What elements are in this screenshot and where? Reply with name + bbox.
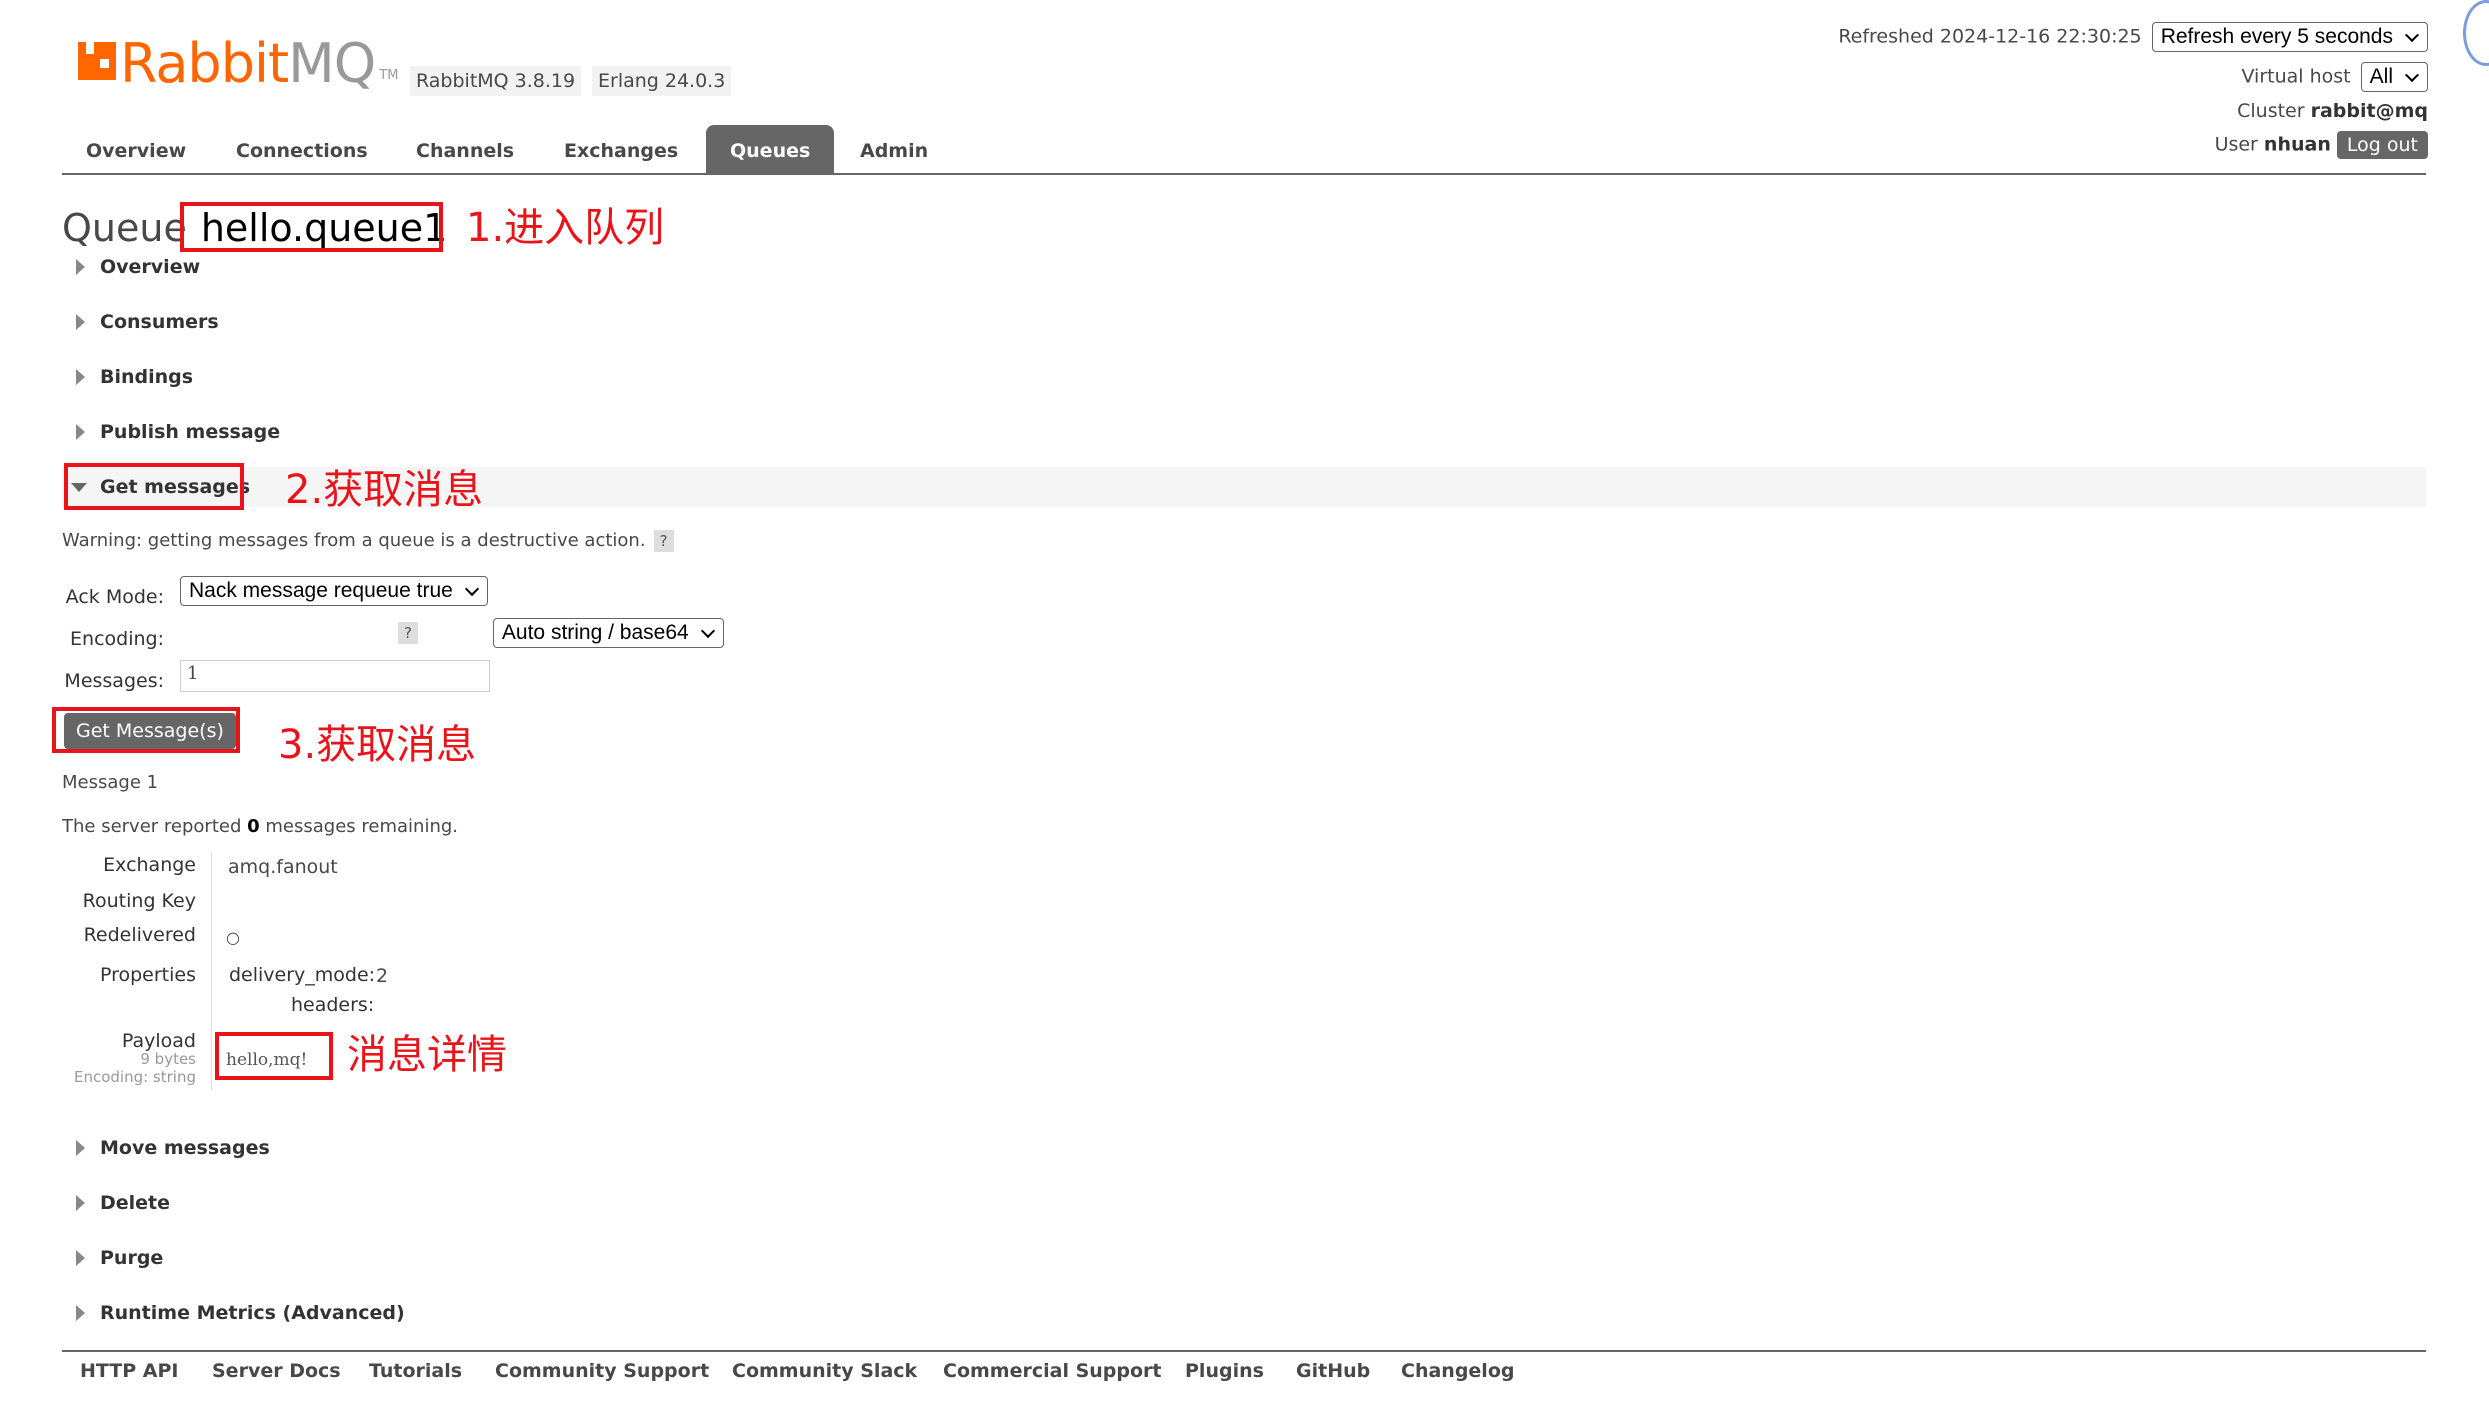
tab-connections[interactable]: Connections (212, 125, 392, 173)
payload-size: 9 bytes (140, 1050, 196, 1068)
footer-link-community-support[interactable]: Community Support (495, 1360, 709, 1382)
annotation-box-payload (215, 1032, 333, 1080)
encoding-help-button[interactable]: ? (398, 622, 418, 644)
tab-channels[interactable]: Channels (392, 125, 538, 173)
payload-encoding: Encoding: string (73, 1068, 196, 1086)
annotation-box-get-button (52, 707, 240, 753)
erlang-badge: Erlang 24.0.3 (592, 66, 732, 96)
vhost-row: Virtual host All (2241, 62, 2428, 92)
section-overview[interactable]: Overview (62, 247, 200, 287)
delivery-mode-value: 2 (376, 965, 389, 987)
expand-arrow-icon (76, 1305, 85, 1321)
footer-link-server-docs[interactable]: Server Docs (212, 1360, 341, 1382)
cluster-name: rabbit@mq (2310, 100, 2428, 122)
section-consumers[interactable]: Consumers (62, 302, 219, 342)
title-prefix: Queue (62, 206, 187, 250)
properties-label: Properties (99, 964, 196, 986)
annotation-box-get-messages (64, 463, 244, 510)
payload-label: Payload (121, 1030, 196, 1052)
cluster-row: Cluster rabbit@mq (2237, 100, 2428, 122)
section-move-messages[interactable]: Move messages (62, 1128, 270, 1168)
expand-arrow-icon (76, 259, 85, 275)
refresh-row: Refreshed 2024-12-16 22:30:25 Refresh ev… (1838, 22, 2428, 52)
expand-arrow-icon (76, 424, 85, 440)
footer-link-commercial-support[interactable]: Commercial Support (943, 1360, 1162, 1382)
redelivered-value: ○ (226, 928, 240, 947)
expand-arrow-icon (76, 1140, 85, 1156)
vhost-label: Virtual host (2241, 65, 2351, 88)
expand-arrow-icon (76, 1195, 85, 1211)
exchange-value: amq.fanout (228, 856, 338, 878)
expand-arrow-icon (76, 314, 85, 330)
section-purge[interactable]: Purge (62, 1238, 163, 1278)
annotation-enter-queue: 1.进入队列 (466, 205, 665, 251)
annotation-message-details: 消息详情 (347, 1032, 507, 1078)
headers-key: headers: (291, 994, 375, 1016)
tab-overview[interactable]: Overview (62, 125, 210, 173)
footer-link-changelog[interactable]: Changelog (1401, 1360, 1514, 1382)
footer-link-plugins[interactable]: Plugins (1185, 1360, 1264, 1382)
footer-link-tutorials[interactable]: Tutorials (369, 1360, 462, 1382)
ack-mode-select[interactable]: Nack message requeue true (180, 576, 488, 606)
section-delete[interactable]: Delete (62, 1183, 170, 1223)
rabbit-logo-icon (78, 42, 116, 80)
expand-arrow-icon (76, 1250, 85, 1266)
logo-trademark: TM (379, 68, 399, 83)
footer-link-github[interactable]: GitHub (1296, 1360, 1370, 1382)
logo-wordmark: RabbitMQ (120, 32, 376, 95)
refreshed-label: Refreshed 2024-12-16 22:30:25 (1838, 25, 2142, 48)
tab-exchanges[interactable]: Exchanges (540, 125, 702, 173)
footer-link-http-api[interactable]: HTTP API (80, 1360, 179, 1382)
expand-arrow-icon (76, 369, 85, 385)
annotation-box-queue (180, 202, 443, 252)
delivery-mode-key: delivery_mode: (229, 964, 376, 986)
tab-queues[interactable]: Queues (706, 125, 835, 173)
encoding-label: Encoding: (70, 628, 164, 650)
properties-divider (211, 852, 212, 1090)
cluster-label: Cluster (2237, 100, 2305, 122)
help-button[interactable]: ? (653, 530, 674, 552)
vhost-select[interactable]: All (2360, 62, 2428, 92)
annotation-get-button: 3.获取消息 (278, 722, 477, 768)
exchange-label: Exchange (103, 854, 196, 876)
server-remaining-text: The server reported 0 messages remaining… (62, 816, 458, 837)
browser-extension-icon[interactable] (2463, 0, 2489, 66)
section-publish-message[interactable]: Publish message (62, 412, 280, 452)
refresh-select[interactable]: Refresh every 5 seconds (2151, 22, 2428, 52)
version-badge: RabbitMQ 3.8.19 (410, 66, 582, 96)
routing-key-label: Routing Key (82, 890, 196, 912)
destructive-warning: Warning: getting messages from a queue i… (62, 530, 674, 552)
annotation-get-messages: 2.获取消息 (285, 467, 484, 513)
section-runtime-metrics[interactable]: Runtime Metrics (Advanced) (62, 1293, 405, 1333)
message-heading: Message 1 (62, 772, 159, 793)
messages-label: Messages: (64, 670, 164, 692)
section-bindings[interactable]: Bindings (62, 357, 193, 397)
footer-link-community-slack[interactable]: Community Slack (732, 1360, 917, 1382)
main-nav: Overview Connections Channels Exchanges … (62, 125, 2426, 175)
ack-mode-label: Ack Mode: (65, 586, 164, 608)
redelivered-label: Redelivered (83, 924, 196, 946)
encoding-select[interactable]: Auto string / base64 (492, 618, 724, 648)
rabbitmq-logo[interactable]: RabbitMQ TM (78, 32, 399, 95)
messages-count-input[interactable]: 1 (180, 660, 490, 692)
tab-admin[interactable]: Admin (836, 125, 952, 173)
